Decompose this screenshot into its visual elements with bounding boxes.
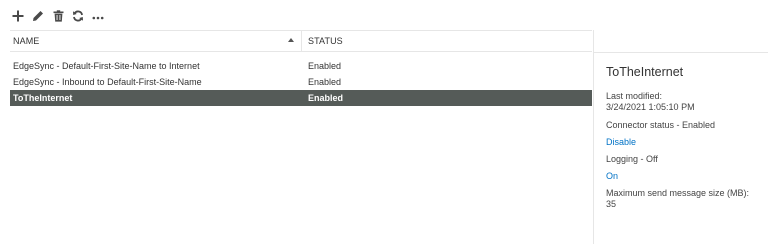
last-modified-value: 3/24/2021 1:05:10 PM bbox=[606, 102, 695, 112]
refresh-icon bbox=[73, 10, 83, 22]
refresh-button[interactable] bbox=[70, 7, 86, 25]
row-status: Enabled bbox=[308, 93, 344, 103]
ellipsis-icon bbox=[92, 16, 104, 20]
row-name: EdgeSync - Inbound to Default-First-Site… bbox=[13, 77, 202, 87]
details-header-divider bbox=[594, 52, 768, 53]
delete-button[interactable] bbox=[50, 7, 66, 25]
more-button[interactable] bbox=[90, 7, 106, 25]
last-modified-label: Last modified: bbox=[606, 91, 663, 101]
column-header-status-label: STATUS bbox=[308, 36, 343, 46]
grid-rows: EdgeSync - Default-First-Site-Name to In… bbox=[10, 58, 592, 106]
logging-on-link[interactable]: On bbox=[606, 171, 764, 182]
add-button[interactable] bbox=[10, 7, 26, 25]
logging-status: Logging - Off bbox=[606, 154, 658, 164]
column-header-status[interactable]: STATUS bbox=[302, 31, 592, 51]
plus-icon bbox=[12, 10, 24, 22]
connector-status: Connector status - Enabled bbox=[606, 120, 716, 130]
table-row-selected[interactable]: ToTheInternet Enabled bbox=[10, 90, 592, 106]
trash-icon bbox=[53, 10, 63, 22]
column-header-name-label: NAME bbox=[13, 36, 40, 46]
toolbar bbox=[10, 6, 106, 26]
row-name: ToTheInternet bbox=[13, 93, 73, 103]
table-row[interactable]: EdgeSync - Default-First-Site-Name to In… bbox=[10, 58, 592, 74]
sort-ascending-icon bbox=[288, 38, 294, 42]
disable-link[interactable]: Disable bbox=[606, 137, 764, 148]
edit-button[interactable] bbox=[30, 7, 46, 25]
details-title: ToTheInternet bbox=[606, 65, 684, 79]
table-row[interactable]: EdgeSync - Inbound to Default-First-Site… bbox=[10, 74, 592, 90]
row-name: EdgeSync - Default-First-Site-Name to In… bbox=[13, 61, 200, 71]
send-connectors-grid: NAME STATUS EdgeSync - Default-First-Sit… bbox=[10, 30, 592, 244]
row-status: Enabled bbox=[308, 61, 342, 71]
pane-divider bbox=[593, 30, 594, 244]
details-pane: ToTheInternet Last modified: 3/24/2021 1… bbox=[606, 65, 764, 210]
column-header-name[interactable]: NAME bbox=[10, 31, 302, 51]
max-send-size-label: Maximum send message size (MB): bbox=[606, 188, 750, 198]
pencil-icon bbox=[33, 11, 43, 21]
row-status: Enabled bbox=[308, 77, 342, 87]
max-send-size-value: 35 bbox=[606, 199, 617, 209]
grid-header: NAME STATUS bbox=[10, 30, 592, 52]
